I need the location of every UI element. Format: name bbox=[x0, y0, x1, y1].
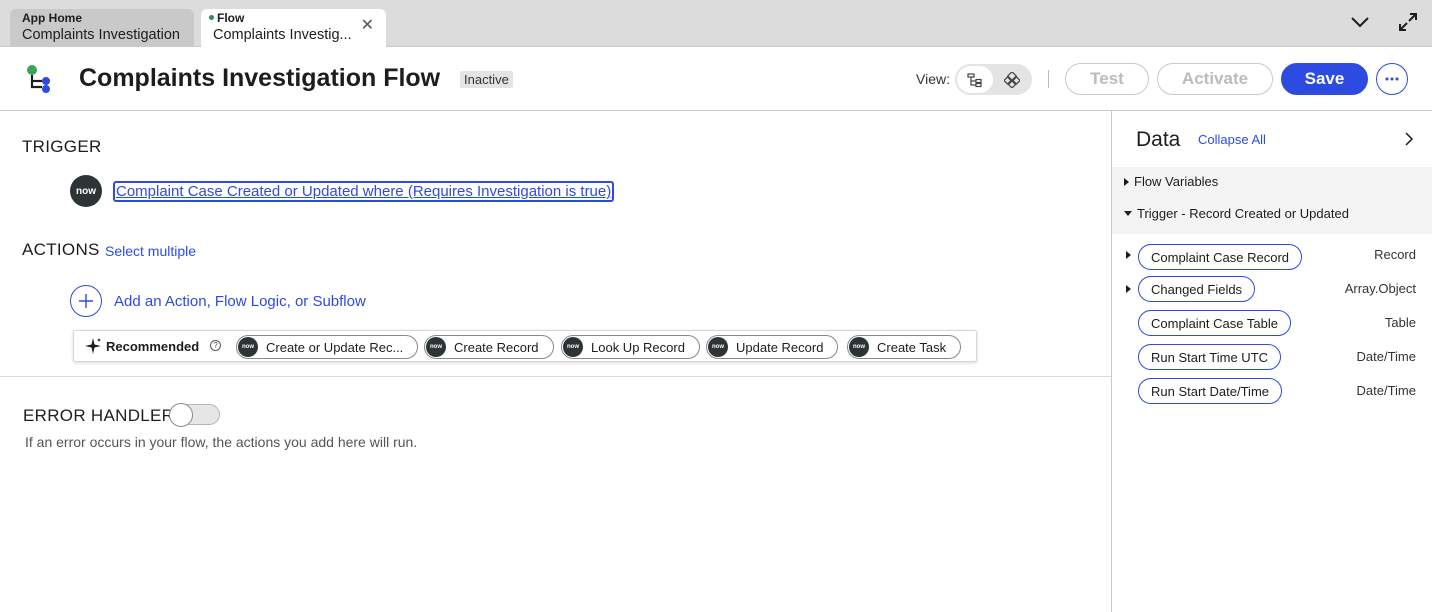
data-pill-type: Date/Time bbox=[1356, 349, 1416, 364]
save-button[interactable]: Save bbox=[1281, 63, 1368, 95]
recommended-chip[interactable]: now Update Record bbox=[706, 335, 839, 359]
chevron-right-icon[interactable] bbox=[1402, 131, 1416, 152]
section-divider bbox=[0, 376, 1111, 377]
flow-designer-logo-icon bbox=[22, 63, 54, 95]
add-action-button[interactable] bbox=[70, 285, 102, 317]
now-logo-icon: now bbox=[238, 337, 258, 357]
now-logo-icon: now bbox=[563, 337, 583, 357]
recommended-actions-bar: Recommended ? now Create or Update Rec...… bbox=[73, 330, 977, 362]
recommended-chip[interactable]: now Create Task bbox=[847, 335, 962, 359]
data-pill-type: Date/Time bbox=[1356, 383, 1416, 398]
more-options-button[interactable] bbox=[1376, 63, 1408, 95]
error-handler-title: ERROR HANDLER bbox=[23, 406, 175, 425]
tab-app-name: App Home bbox=[22, 11, 82, 25]
recommended-chip[interactable]: now Look Up Record bbox=[561, 335, 700, 359]
caret-right-icon[interactable] bbox=[1126, 251, 1131, 259]
add-action-label[interactable]: Add an Action, Flow Logic, or Subflow bbox=[114, 293, 366, 310]
chip-label: Create Task bbox=[877, 339, 947, 355]
flow-header: Complaints Investigation Flow Inactive V… bbox=[0, 47, 1432, 111]
error-handler-toggle[interactable] bbox=[169, 403, 220, 427]
now-logo-icon: now bbox=[70, 175, 102, 207]
tree-view-icon[interactable] bbox=[957, 66, 993, 93]
collapse-all-link[interactable]: Collapse All bbox=[1198, 132, 1266, 147]
trigger-description-link[interactable]: Complaint Case Created or Updated where … bbox=[113, 181, 615, 202]
chip-label: Update Record bbox=[736, 339, 824, 355]
tab-bar: App Home Complaints Investigation Flow C… bbox=[0, 0, 1432, 48]
chip-label: Create or Update Rec... bbox=[266, 339, 404, 355]
more-icon bbox=[1385, 77, 1399, 81]
recommended-chip[interactable]: now Create Record bbox=[424, 335, 554, 359]
toggle-knob bbox=[169, 403, 193, 427]
diagram-view-icon[interactable] bbox=[994, 66, 1030, 93]
data-pill[interactable]: Complaint Case Record bbox=[1138, 244, 1303, 270]
group-flow-variables[interactable]: Flow Variables bbox=[1124, 174, 1218, 189]
chevron-down-icon[interactable] bbox=[1348, 10, 1372, 39]
activate-button[interactable]: Activate bbox=[1157, 63, 1273, 95]
data-panel-title: Data bbox=[1136, 128, 1181, 151]
data-pill-type: Array.Object bbox=[1344, 281, 1416, 296]
caret-right-icon[interactable] bbox=[1126, 285, 1131, 293]
plus-icon bbox=[79, 294, 93, 308]
data-pill[interactable]: Run Start Date/Time bbox=[1138, 378, 1283, 404]
recommended-chip[interactable]: now Create or Update Rec... bbox=[236, 335, 419, 359]
view-toggle bbox=[955, 64, 1032, 95]
help-icon[interactable]: ? bbox=[210, 340, 221, 351]
caret-right-icon bbox=[1124, 177, 1129, 186]
trigger-section-title: TRIGGER bbox=[22, 137, 102, 156]
test-button[interactable]: Test bbox=[1065, 63, 1149, 95]
status-badge: Inactive bbox=[460, 71, 513, 88]
group-label: Flow Variables bbox=[1134, 174, 1219, 189]
tab-flow[interactable]: Flow Complaints Investig... ✕ bbox=[201, 9, 386, 48]
chip-label: Create Record bbox=[454, 339, 539, 355]
header-divider bbox=[1048, 70, 1049, 88]
data-pill[interactable]: Changed Fields bbox=[1138, 276, 1256, 302]
tab-label: Complaints Investig... bbox=[213, 27, 352, 43]
error-handler-description: If an error occurs in your flow, the act… bbox=[25, 434, 418, 450]
data-pill-type: Table bbox=[1384, 315, 1416, 330]
expand-icon[interactable] bbox=[1396, 10, 1420, 39]
now-logo-icon: now bbox=[426, 337, 446, 357]
data-pill-type: Record bbox=[1374, 247, 1416, 262]
close-icon[interactable]: ✕ bbox=[361, 18, 374, 34]
flow-canvas: TRIGGER now Complaint Case Created or Up… bbox=[0, 111, 1111, 612]
chip-label: Look Up Record bbox=[591, 339, 685, 355]
tab-label: Complaints Investigation bbox=[22, 27, 180, 43]
now-logo-icon: now bbox=[708, 337, 728, 357]
data-pill[interactable]: Complaint Case Table bbox=[1138, 310, 1291, 336]
data-pill[interactable]: Run Start Time UTC bbox=[1138, 344, 1282, 370]
tab-app-home[interactable]: App Home Complaints Investigation bbox=[10, 9, 194, 47]
sparkle-icon bbox=[85, 338, 101, 354]
recommended-text: Recommended bbox=[106, 338, 200, 354]
tab-app-label: Flow bbox=[217, 11, 245, 25]
caret-down-icon bbox=[1124, 211, 1132, 216]
group-label: Trigger - Record Created or Updated bbox=[1137, 206, 1349, 221]
recommended-label: Recommended bbox=[84, 337, 199, 355]
data-panel: Data Collapse All Flow Variables Trigger… bbox=[1111, 111, 1432, 612]
select-multiple-link[interactable]: Select multiple bbox=[105, 243, 196, 259]
now-logo-icon: now bbox=[849, 337, 869, 357]
page-title: Complaints Investigation Flow bbox=[79, 64, 441, 92]
view-label: View: bbox=[916, 71, 950, 87]
group-trigger-record[interactable]: Trigger - Record Created or Updated bbox=[1124, 206, 1349, 221]
actions-section-title: ACTIONS bbox=[22, 240, 100, 259]
data-groups: Flow Variables Trigger - Record Created … bbox=[1112, 167, 1432, 234]
unsaved-dot-icon bbox=[209, 15, 214, 21]
